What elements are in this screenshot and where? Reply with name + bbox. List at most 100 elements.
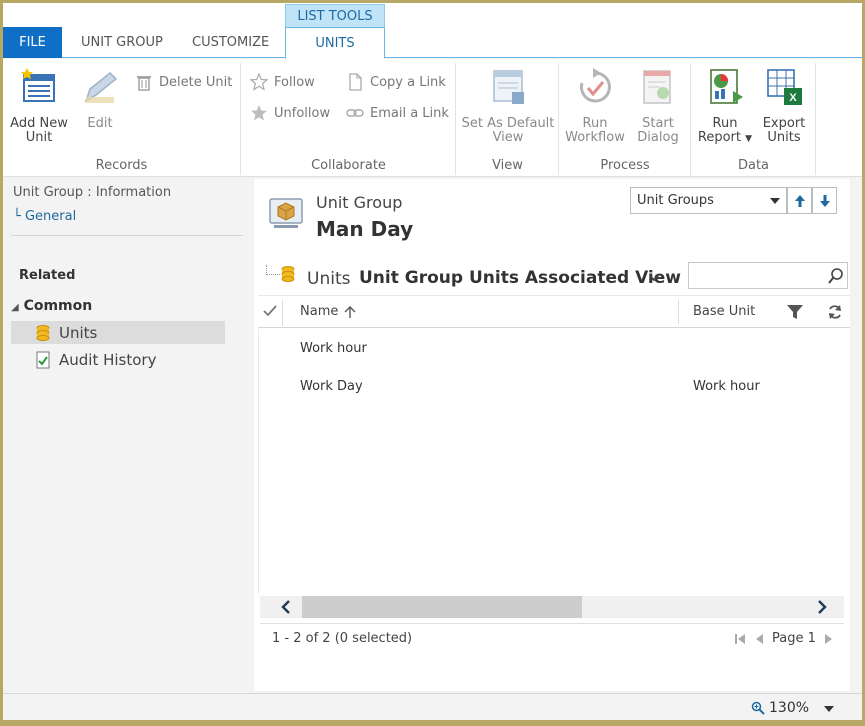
email-link-button[interactable]: Email a Link <box>346 104 449 122</box>
export-excel-icon: X <box>767 69 802 105</box>
scroll-left-icon[interactable] <box>278 599 294 615</box>
nav-item-units[interactable]: Units <box>11 321 225 344</box>
app-window: FILE UNIT GROUP CUSTOMIZE LIST TOOLS UNI… <box>3 3 862 720</box>
set-default-label-2: View <box>492 130 524 145</box>
scrollbar-thumb[interactable] <box>302 596 582 618</box>
search-box[interactable] <box>688 262 848 289</box>
chevron-down-icon[interactable] <box>647 271 661 285</box>
svg-text:X: X <box>789 92 797 104</box>
grid-footer-divider <box>260 623 844 624</box>
export-units-button[interactable]: X Export Units <box>756 67 812 145</box>
navigation-pane: Unit Group : Information └ General Relat… <box>3 179 253 691</box>
search-icon[interactable] <box>827 267 845 285</box>
tab-file[interactable]: FILE <box>3 27 62 58</box>
table-row[interactable]: Work Day Work hour <box>258 367 850 405</box>
column-divider <box>282 300 283 326</box>
filter-icon[interactable] <box>786 304 804 320</box>
start-dialog-button[interactable]: Start Dialog <box>630 67 686 145</box>
add-new-unit-button[interactable]: Add New Unit <box>7 67 71 145</box>
record-set-selector[interactable]: Unit Groups <box>630 187 787 214</box>
records-group: Add New Unit Edit Delete Unit Records <box>3 63 241 175</box>
view-group-label: View <box>492 158 523 173</box>
record-count-status: 1 - 2 of 2 (0 selected) <box>272 631 413 646</box>
zoom-level: 130% <box>769 700 810 716</box>
column-name-label: Name <box>300 304 339 319</box>
record-set-label: Unit Groups <box>637 193 714 208</box>
previous-page-icon[interactable] <box>754 633 764 645</box>
run-workflow-button[interactable]: Run Workflow <box>562 67 628 145</box>
add-new-label-2: Unit <box>25 130 53 145</box>
edit-button[interactable]: Edit <box>75 67 125 131</box>
column-header-base-unit[interactable]: Base Unit <box>693 304 755 319</box>
run-workflow-label-2: Workflow <box>565 130 625 145</box>
star-filled-icon <box>251 105 267 121</box>
tab-unit-group[interactable]: UNIT GROUP <box>81 27 163 58</box>
cell-base-unit[interactable]: Work hour <box>693 379 760 394</box>
copy-link-button[interactable]: Copy a Link <box>346 73 446 91</box>
select-all-checkmark-icon[interactable] <box>262 303 278 319</box>
search-input[interactable] <box>693 264 823 287</box>
column-header-name[interactable]: Name <box>300 304 356 319</box>
next-page-icon[interactable] <box>824 633 834 645</box>
start-dialog-label-2: Dialog <box>637 130 679 145</box>
list-tools-header: LIST TOOLS <box>285 4 385 27</box>
star-outline-icon <box>250 73 268 91</box>
tab-units[interactable]: UNITS <box>285 27 385 59</box>
zoom-magnifier-icon <box>751 701 765 715</box>
scroll-right-icon[interactable] <box>814 599 830 615</box>
add-new-icon <box>21 68 55 102</box>
refresh-icon[interactable] <box>827 304 843 320</box>
set-default-view-button[interactable]: Set As Default View <box>459 67 557 145</box>
nav-item-audit-history-label: Audit History <box>59 350 157 369</box>
view-selector[interactable]: Unit Group Units Associated View <box>359 268 681 288</box>
collaborate-group: Follow Unfollow Copy a Link Email a Link… <box>242 63 456 175</box>
related-heading: Related <box>19 268 76 283</box>
view-entity-label: Units <box>307 269 351 289</box>
zoom-dropdown-icon[interactable] <box>824 706 834 712</box>
column-divider <box>678 300 679 324</box>
ribbon: Add New Unit Edit Delete Unit Records Fo… <box>3 59 862 177</box>
horizontal-scrollbar[interactable] <box>260 596 844 618</box>
previous-record-button[interactable] <box>787 187 812 214</box>
nav-item-audit-history[interactable]: Audit History <box>11 348 225 371</box>
view-group: Set As Default View View <box>457 63 559 175</box>
page-icon <box>349 73 362 91</box>
next-record-button[interactable] <box>812 187 837 214</box>
tree-branch-icon: └ <box>13 209 21 224</box>
run-workflow-icon <box>579 68 611 103</box>
dropdown-arrow-icon <box>770 198 780 204</box>
run-report-label-1: Run <box>712 116 738 131</box>
record-title: Man Day <box>316 217 414 241</box>
unfollow-button[interactable]: Unfollow <box>250 104 330 122</box>
follow-button[interactable]: Follow <box>250 73 315 91</box>
edit-icon <box>84 71 118 103</box>
zoom-control[interactable]: 130% <box>751 700 809 716</box>
first-page-icon[interactable] <box>734 633 746 645</box>
pager: Page 1 <box>734 631 834 646</box>
vertical-scroll-area <box>851 179 862 691</box>
tab-customize[interactable]: CUSTOMIZE <box>192 27 269 58</box>
common-section-toggle[interactable]: ◢ Common <box>11 298 92 314</box>
arrow-down-icon <box>819 194 830 207</box>
cell-name: Work hour <box>300 341 367 356</box>
delete-unit-button[interactable]: Delete Unit <box>135 73 232 91</box>
table-row[interactable]: Work hour <box>258 329 850 367</box>
tab-strip: FILE UNIT GROUP CUSTOMIZE LIST TOOLS UNI… <box>3 3 862 59</box>
units-view-icon <box>281 266 295 282</box>
units-icon <box>36 324 50 341</box>
set-default-label-1: Set As Default <box>461 116 555 131</box>
run-report-button[interactable]: Run Report ▼ <box>696 67 754 146</box>
trash-icon <box>137 76 151 91</box>
collaborate-group-label: Collaborate <box>311 158 386 173</box>
status-bar: 130% <box>3 693 862 720</box>
records-group-label: Records <box>95 158 148 173</box>
run-report-label-2: Report ▼ <box>697 130 753 145</box>
set-default-view-icon <box>493 70 524 104</box>
cell-name: Work Day <box>300 379 363 394</box>
main-content: Unit Group Man Day Unit Groups Units Uni… <box>254 179 850 691</box>
unit-group-record-icon <box>269 198 303 228</box>
export-units-label-2: Units <box>767 130 801 145</box>
nav-general-link[interactable]: └ General <box>13 209 76 224</box>
view-tree-connector <box>266 265 280 275</box>
link-icon <box>346 109 364 117</box>
